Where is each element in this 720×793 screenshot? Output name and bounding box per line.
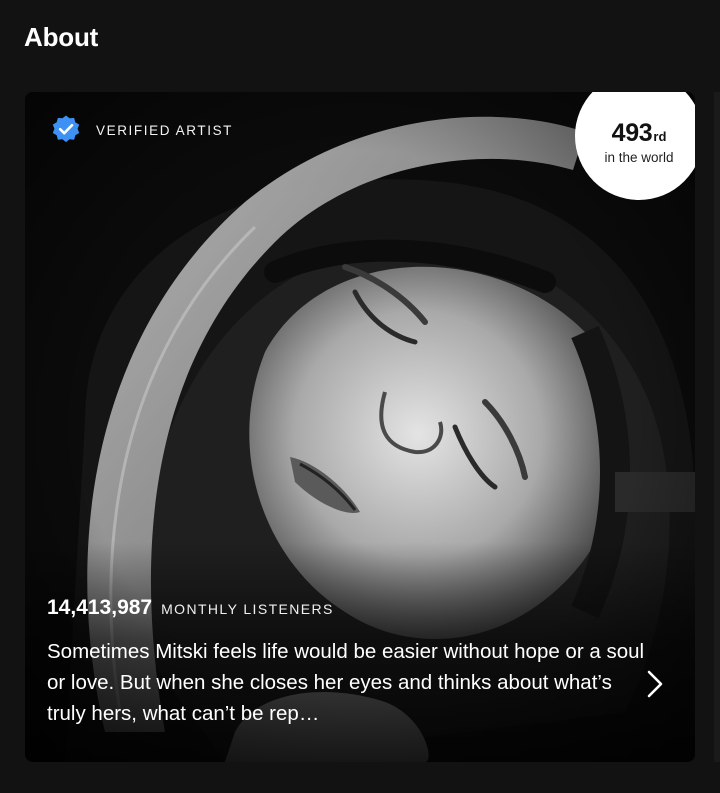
artist-about-card[interactable]: VERIFIED ARTIST 493 rd in the world 14,4… (25, 92, 695, 762)
rank-number: 493 (611, 119, 653, 147)
section-title: About (24, 22, 99, 52)
listeners-label: MONTHLY LISTENERS (161, 601, 334, 617)
verified-badge-icon (52, 115, 80, 143)
verified-label: VERIFIED ARTIST (96, 122, 234, 138)
chevron-right-icon[interactable] (643, 668, 667, 700)
rank-line: 493 rd (612, 121, 667, 146)
artist-bio: Sometimes Mitski feels life would be eas… (47, 640, 645, 725)
verified-artist-badge: VERIFIED ARTIST (50, 114, 233, 146)
about-panel: About VERIFIED ARTIST 493 rd in the worl… (0, 0, 720, 793)
monthly-listeners: 14,413,987 MONTHLY LISTENERS (47, 596, 334, 620)
rank-suffix: rd (653, 129, 667, 144)
scrollbar-track[interactable] (714, 92, 720, 762)
listeners-count: 14,413,987 (47, 596, 153, 619)
rank-subtitle: in the world (604, 150, 674, 165)
